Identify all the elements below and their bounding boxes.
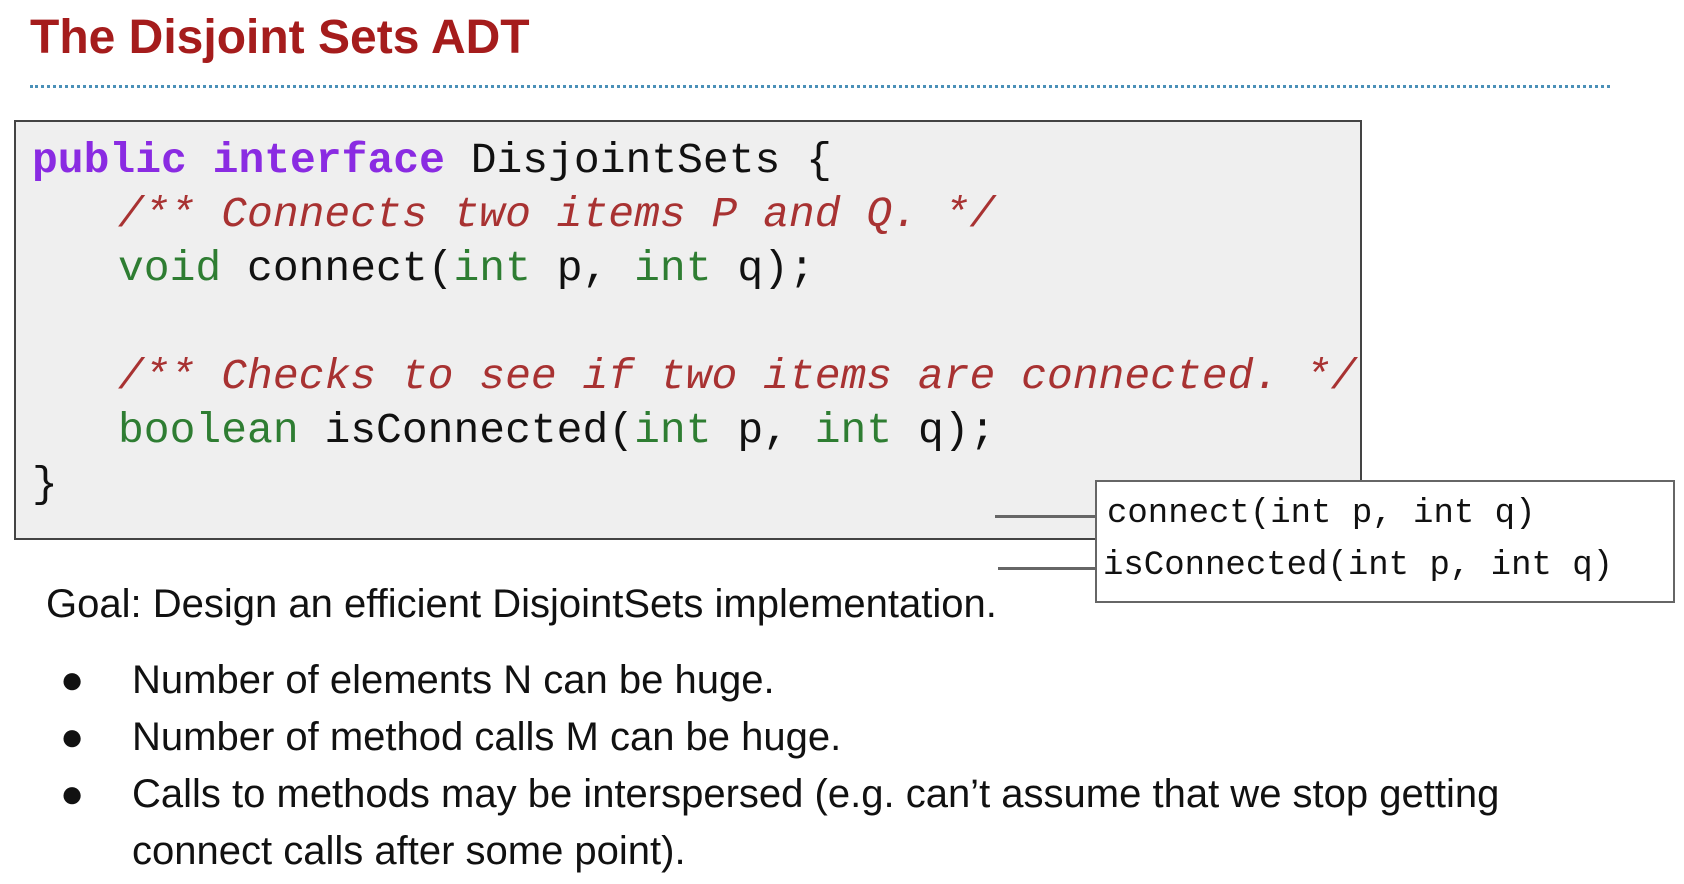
bullet-icon: ● bbox=[60, 658, 85, 702]
code-line-connect-signature: void connect(int p, int q); bbox=[118, 242, 815, 296]
code-line-interface-decl: public interface DisjointSets { bbox=[32, 134, 832, 188]
bullet-text-interspersed: Calls to methods may be interspersed (e.… bbox=[132, 772, 1500, 873]
code-line-isconnected-comment: /** Checks to see if two items are conne… bbox=[118, 350, 1357, 404]
title-divider bbox=[30, 85, 1610, 88]
goal-statement: Goal: Design an efficient DisjointSets i… bbox=[46, 582, 997, 626]
code-line-isconnected-signature: boolean isConnected(int p, int q); bbox=[118, 404, 995, 458]
type-int-p: int bbox=[453, 244, 531, 293]
type-boolean: boolean bbox=[118, 406, 299, 455]
type-int-p: int bbox=[634, 406, 712, 455]
bullet-text-method-calls: Number of method calls M can be huge. bbox=[132, 715, 842, 759]
method-item-isconnected: isConnected(int p, int q) bbox=[1103, 547, 1614, 585]
keyword-interface: interface bbox=[212, 136, 445, 185]
type-int-q: int bbox=[814, 406, 893, 455]
interface-name: DisjointSets { bbox=[444, 136, 832, 185]
method-list-popup: connect(int p, int q) isConnected(int p,… bbox=[1095, 480, 1675, 603]
code-line-connect-comment: /** Connects two items P and Q. */ bbox=[118, 188, 995, 242]
bullet-text-elements: Number of elements N can be huge. bbox=[132, 658, 775, 702]
code-line-closing-brace: } bbox=[32, 458, 58, 512]
bullet-icon: ● bbox=[60, 715, 85, 759]
keyword-public: public bbox=[32, 136, 187, 185]
connect-doc-comment: /** Connects two items P and Q. */ bbox=[118, 190, 996, 239]
param-q: q); bbox=[892, 406, 996, 455]
bullet-icon: ● bbox=[60, 772, 85, 816]
type-void: void bbox=[118, 244, 222, 293]
connector-line-isconnected bbox=[998, 567, 1095, 570]
isconnected-doc-comment: /** Checks to see if two items are conne… bbox=[118, 352, 1357, 401]
method-item-connect: connect(int p, int q) bbox=[1107, 495, 1536, 533]
connect-method-name: connect( bbox=[221, 244, 454, 293]
closing-brace: } bbox=[32, 460, 58, 509]
connector-line-connect bbox=[995, 515, 1095, 518]
slide-title: The Disjoint Sets ADT bbox=[30, 11, 530, 64]
param-q: q); bbox=[711, 244, 815, 293]
param-p: p, bbox=[530, 244, 635, 293]
type-int-q: int bbox=[634, 244, 712, 293]
isconnected-method-name: isConnected( bbox=[298, 406, 635, 455]
param-p: p, bbox=[711, 406, 815, 455]
code-block: public interface DisjointSets { /** Conn… bbox=[14, 120, 1362, 540]
